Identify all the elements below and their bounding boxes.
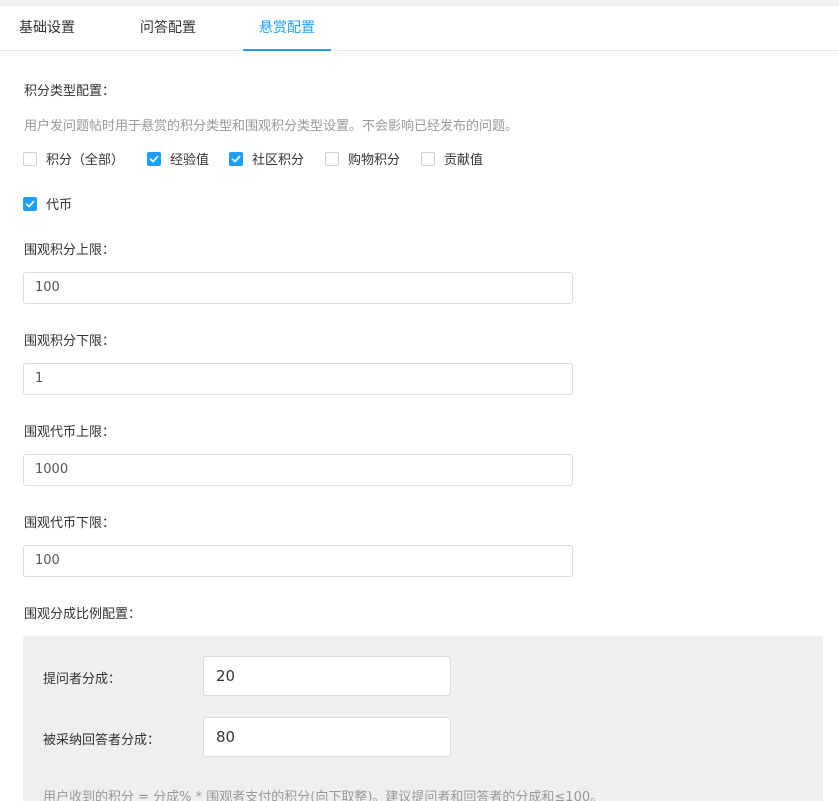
ratio-title: 围观分成比例配置：	[24, 607, 142, 622]
checkmark-icon	[149, 155, 159, 162]
tokens-lower-input[interactable]: 100	[23, 545, 573, 577]
points-lower-input[interactable]: 1	[23, 363, 573, 395]
ratio-note: 用户收到的积分 = 分成% * 围观者支付的积分(向下取整)。建议提问者和回答者…	[43, 790, 604, 801]
tab-reward-config[interactable]: 悬赏配置	[243, 6, 331, 51]
asker-share-label: 提问者分成：	[43, 672, 122, 687]
answerer-share-label: 被采纳回答者分成：	[43, 733, 161, 748]
field-label-points-upper: 围观积分上限：	[24, 243, 116, 258]
points-upper-input[interactable]: 100	[23, 272, 573, 304]
checkmark-icon	[231, 155, 241, 162]
checkbox-experience[interactable]: 经验值	[147, 149, 209, 168]
checkbox-label: 积分（全部）	[46, 153, 125, 168]
checkbox-box-checked	[23, 196, 37, 211]
checkbox-shopping-points[interactable]: 购物积分	[325, 149, 400, 168]
field-label-tokens-lower: 围观代币下限：	[24, 516, 116, 531]
checkbox-label: 购物积分	[348, 153, 401, 168]
tokens-upper-input[interactable]: 1000	[23, 454, 573, 486]
asker-share-input[interactable]: 20	[203, 656, 451, 696]
answerer-share-input[interactable]: 80	[203, 717, 451, 757]
tab-basic-settings[interactable]: 基础设置	[19, 6, 75, 50]
checkbox-points-all[interactable]: 积分（全部）	[23, 149, 124, 168]
ratio-panel: 提问者分成： 20 被采纳回答者分成： 80 用户收到的积分 = 分成% * 围…	[23, 636, 823, 801]
field-label-tokens-upper: 围观代币上限：	[24, 425, 116, 440]
checkbox-community-points[interactable]: 社区积分	[229, 149, 304, 168]
checkbox-box	[23, 151, 37, 166]
field-label-points-lower: 围观积分下限：	[24, 334, 116, 349]
checkbox-contribution[interactable]: 贡献值	[421, 149, 483, 168]
reward-config-page: 基础设置 问答配置 悬赏配置 积分类型配置： 用户发问题帖时用于悬赏的积分类型和…	[0, 6, 839, 801]
checkbox-label: 经验值	[170, 153, 210, 168]
checkmark-icon	[25, 200, 35, 207]
checkbox-box	[421, 151, 435, 166]
checkbox-label: 贡献值	[444, 153, 484, 168]
points-type-description: 用户发问题帖时用于悬赏的积分类型和围观积分类型设置。不会影响已经发布的问题。	[24, 119, 519, 134]
tab-qa-config[interactable]: 问答配置	[140, 6, 196, 50]
checkbox-box-checked	[147, 151, 161, 166]
checkbox-box-checked	[229, 151, 243, 166]
tab-bar: 基础设置 问答配置 悬赏配置	[0, 6, 839, 51]
checkbox-box	[325, 151, 339, 166]
points-type-title: 积分类型配置：	[24, 84, 116, 99]
checkbox-label: 社区积分	[252, 153, 305, 168]
checkbox-tokens[interactable]: 代币	[23, 194, 72, 213]
checkbox-label: 代币	[46, 198, 73, 213]
